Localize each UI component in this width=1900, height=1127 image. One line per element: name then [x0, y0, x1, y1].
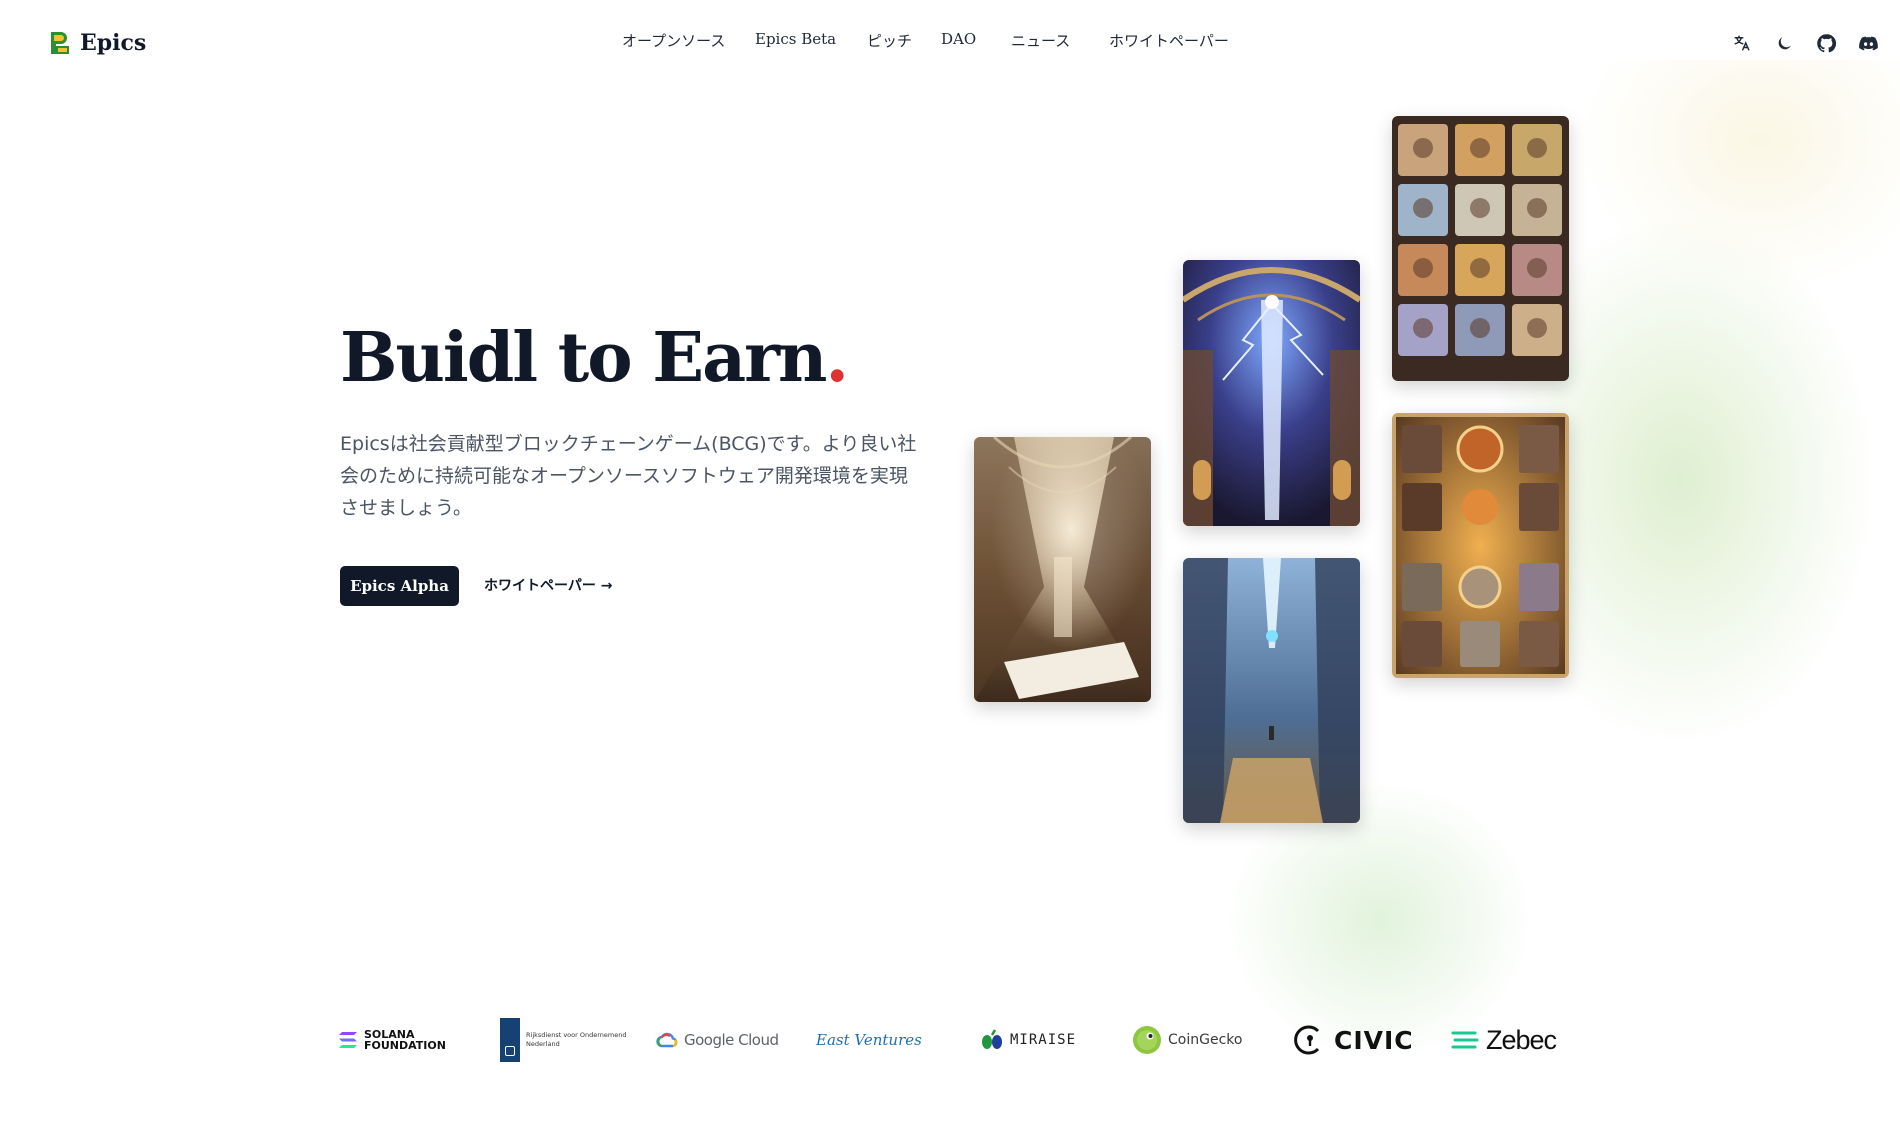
hero-description: Epicsは社会貢献型ブロックチェーンゲーム(BCG)です。より良い社会のために… — [340, 433, 917, 519]
miraise-icon — [982, 1029, 1002, 1049]
zebec-icon — [1451, 1031, 1479, 1049]
blue-beam-gothic-image — [1183, 558, 1360, 823]
brand-name: Epics — [80, 30, 147, 56]
hero-title-text: Buidl to Earn — [340, 318, 827, 398]
nav-item-pitch[interactable]: ピッチ — [867, 30, 917, 51]
hero-title: Buidl to Earn. — [340, 318, 849, 398]
civic-logo[interactable]: CIVIC — [1292, 1012, 1414, 1068]
google-cloud-icon — [656, 1032, 678, 1048]
card-battle-board-image — [1392, 413, 1569, 678]
google-cloud-text: Google Cloud — [684, 1031, 779, 1049]
miraise-logo[interactable]: MIRAISE — [980, 1012, 1076, 1068]
epics-alpha-button[interactable]: Epics Alpha — [340, 566, 459, 606]
lightning-dome-image — [1183, 260, 1360, 526]
rvo-emblem-icon — [500, 1018, 520, 1062]
main-nav: オープンソース Epics Beta ピッチ DAO ニュース ホワイトペーパー — [622, 30, 1239, 51]
brand-logo-link[interactable]: Epics — [48, 30, 146, 56]
discord-icon[interactable] — [1856, 31, 1880, 55]
east-ventures-logo[interactable]: East Ventures — [816, 1012, 922, 1068]
miraise-text: MIRAISE — [1010, 1032, 1077, 1048]
nav-item-dao[interactable]: DAO — [941, 30, 983, 51]
nav-item-open-source[interactable]: オープンソース — [622, 30, 733, 51]
header-icon-group — [1730, 31, 1880, 55]
epics-logo-icon — [51, 32, 69, 54]
partner-logos: SOLANA FOUNDATION Rijksdienst voor Onder… — [338, 1012, 1568, 1068]
civic-icon — [1294, 1025, 1320, 1055]
solana-icon — [339, 1032, 357, 1048]
github-icon[interactable] — [1814, 31, 1838, 55]
coingecko-icon — [1133, 1026, 1161, 1054]
nav-item-epics-beta[interactable]: Epics Beta — [755, 30, 847, 51]
solana-foundation-logo[interactable]: SOLANA FOUNDATION — [338, 1012, 446, 1068]
zebec-logo[interactable]: Zebec — [1450, 1012, 1557, 1068]
solana-logo-line2: FOUNDATION — [364, 1039, 446, 1052]
cathedral-hall-image — [974, 437, 1151, 702]
google-cloud-logo[interactable]: Google Cloud — [656, 1012, 779, 1068]
card-collection-grid-image — [1392, 116, 1569, 381]
nav-item-whitepaper[interactable]: ホワイトペーパー — [1109, 30, 1239, 51]
rvo-logo[interactable]: Rijksdienst voor Ondernemend Nederland — [500, 1012, 626, 1068]
moon-icon[interactable] — [1772, 31, 1796, 55]
whitepaper-link[interactable]: ホワイトペーパー → — [484, 575, 612, 595]
coingecko-logo[interactable]: CoinGecko — [1132, 1012, 1242, 1068]
site-header: Epics オープンソース Epics Beta ピッチ DAO ニュース ホワ… — [0, 0, 1900, 88]
translate-icon[interactable] — [1730, 31, 1754, 55]
east-ventures-text: East Ventures — [816, 1031, 922, 1049]
coingecko-text: CoinGecko — [1168, 1032, 1243, 1048]
rvo-logo-line2: Nederland — [526, 1040, 560, 1048]
civic-text: CIVIC — [1334, 1025, 1414, 1055]
rvo-logo-line1: Rijksdienst voor Ondernemend — [526, 1031, 627, 1039]
hero-title-dot: . — [825, 318, 849, 398]
zebec-text: Zebec — [1486, 1024, 1557, 1055]
nav-item-news[interactable]: ニュース — [1011, 30, 1083, 51]
